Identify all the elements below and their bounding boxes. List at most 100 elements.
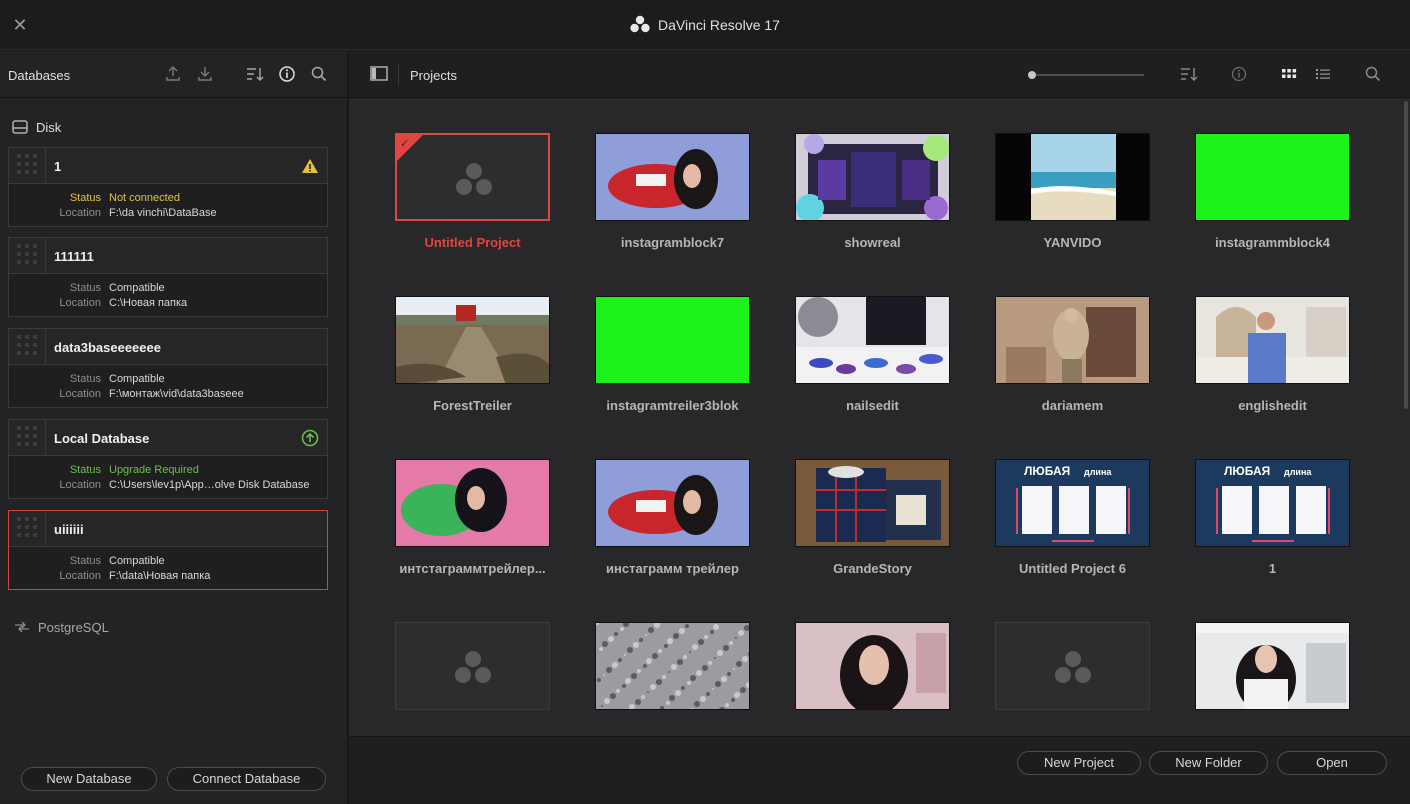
project-name: showreal [844, 235, 901, 250]
thumbnail-size-slider[interactable] [1032, 74, 1144, 76]
search-icon[interactable] [309, 64, 329, 84]
project-tile[interactable]: dariavideo [795, 622, 950, 725]
project-thumbnail[interactable]: ✓ [395, 133, 550, 221]
project-thumbnail[interactable] [1195, 133, 1350, 221]
project-thumbnail[interactable] [595, 133, 750, 221]
project-tile[interactable]: showreal [795, 133, 950, 258]
project-tile[interactable]: TikToktest [595, 622, 750, 725]
project-thumbnail[interactable] [395, 459, 550, 547]
project-thumbnail[interactable] [1195, 296, 1350, 384]
project-name: instagramtreiler3blok [606, 398, 739, 413]
drag-handle-icon[interactable] [9, 238, 46, 274]
project-thumbnail[interactable] [795, 296, 950, 384]
project-thumbnail[interactable]: ЛЮБАЯ длина [1195, 459, 1350, 547]
drag-handle-icon[interactable] [9, 329, 46, 365]
databases-panel: Databases Disk 1 Status Not connected Locat… [0, 51, 348, 804]
info-icon[interactable] [277, 64, 297, 84]
thumbnail-image [796, 460, 949, 546]
sort-icon[interactable] [1179, 64, 1199, 84]
drag-handle-icon[interactable] [9, 148, 46, 184]
download-icon[interactable] [195, 64, 215, 84]
sort-icon[interactable] [245, 64, 265, 84]
open-button[interactable]: Open [1277, 751, 1387, 775]
upgrade-arrow-icon[interactable] [301, 429, 319, 447]
sidebar-toggle-icon[interactable] [369, 64, 389, 84]
database-card[interactable]: 1 Status Not connected Location F:\da vinchi… [8, 147, 328, 227]
projects-toolbar: Projects [349, 51, 1410, 98]
project-tile[interactable]: instagramtreiler3blok [595, 296, 750, 421]
project-tile[interactable]: GrandeStory [795, 459, 950, 584]
postgresql-section[interactable]: PostgreSQL [14, 620, 109, 635]
project-name: dariavideo [783, 724, 962, 725]
project-thumbnail[interactable] [395, 296, 550, 384]
upload-icon[interactable] [163, 64, 183, 84]
project-thumbnail[interactable] [595, 459, 750, 547]
status-value: Not connected [109, 192, 180, 204]
project-thumbnail[interactable] [995, 622, 1150, 710]
database-name: data3baseeeeeee [54, 340, 161, 355]
project-name: dariamem [1041, 398, 1104, 413]
project-thumbnail[interactable] [795, 459, 950, 547]
project-thumbnail[interactable] [1195, 622, 1350, 710]
status-value: Compatible [109, 373, 165, 385]
project-tile[interactable]: Daria [995, 622, 1150, 725]
status-key: Status [69, 282, 101, 294]
connect-database-button[interactable]: Connect Database [167, 767, 326, 791]
project-thumbnail[interactable] [995, 296, 1150, 384]
project-thumbnail[interactable] [795, 622, 950, 710]
project-tile[interactable]: ✓ Untitled Project [395, 133, 550, 258]
thumbnail-image [796, 297, 949, 383]
project-tile[interactable]: ForestTreiler [395, 296, 550, 421]
projects-footer: New Project New Folder Open [349, 736, 1410, 804]
disk-icon [12, 120, 28, 134]
status-value: Compatible [109, 555, 165, 567]
project-thumbnail[interactable] [795, 133, 950, 221]
project-thumbnail[interactable] [995, 133, 1150, 221]
project-thumbnail[interactable] [595, 622, 750, 710]
promo-title: ЛЮБАЯ [1224, 464, 1271, 478]
database-card[interactable]: Local Database Status Upgrade Required Loca… [8, 419, 328, 499]
database-card[interactable]: uiiiiii Status Compatible Location F:\data\Н… [8, 510, 328, 590]
resolve-placeholder-icon [455, 651, 491, 683]
project-tile[interactable]: toktok [395, 622, 550, 725]
thumbnail-image [996, 460, 1149, 546]
location-value: C:\Новая папка [109, 297, 188, 309]
thumbnail-image [396, 460, 549, 546]
list-view-icon[interactable] [1313, 64, 1333, 84]
thumbnail-size-slider-knob[interactable] [1028, 71, 1036, 79]
drag-handle-icon[interactable] [9, 511, 46, 547]
status-key: Status [69, 555, 101, 567]
new-database-button[interactable]: New Database [21, 767, 157, 791]
database-card[interactable]: data3baseeeeeee Status Compatible Location F… [8, 328, 328, 408]
search-icon[interactable] [1363, 64, 1383, 84]
project-thumbnail[interactable] [395, 622, 550, 710]
new-project-button[interactable]: New Project [1017, 751, 1141, 775]
disk-label: Disk [36, 120, 62, 135]
projects-grid: ✓ Untitled Project instagramblock7 showreal… [349, 99, 1397, 725]
project-tile[interactable]: интстаграммтрейлер... [395, 459, 550, 584]
database-name: uiiiiii [54, 522, 84, 537]
project-thumbnail[interactable] [595, 296, 750, 384]
project-tile[interactable]: dariamem [995, 296, 1150, 421]
project-tile[interactable]: instagramblock7 [595, 133, 750, 258]
database-name: Local Database [54, 431, 150, 446]
project-tile[interactable]: zoominterview [1195, 622, 1350, 725]
project-name: Untitled Project [424, 235, 521, 250]
grid-view-icon[interactable] [1279, 64, 1299, 84]
projects-scrollbar[interactable] [1404, 101, 1408, 409]
project-tile[interactable]: YANVIDO [995, 133, 1150, 258]
drag-handle-icon[interactable] [9, 420, 46, 456]
project-tile[interactable]: englishedit [1195, 296, 1350, 421]
project-tile[interactable]: instagrammblock4 [1195, 133, 1350, 258]
info-icon[interactable] [1229, 64, 1249, 84]
location-key: Location [59, 570, 101, 582]
project-tile[interactable]: ЛЮБАЯ длина 1 [1195, 459, 1350, 584]
database-card[interactable]: 111111 Status Compatible Location C:\Новая п… [8, 237, 328, 317]
project-tile[interactable]: инстаграмм трейлер [595, 459, 750, 584]
project-name: TikToktest [583, 724, 762, 725]
project-tile[interactable]: ЛЮБАЯ длина Untitled Project 6 [995, 459, 1150, 584]
project-thumbnail[interactable]: ЛЮБАЯ длина [995, 459, 1150, 547]
project-tile[interactable]: nailsedit [795, 296, 950, 421]
location-value: C:\Users\lev1p\App…olve Disk Database [109, 479, 310, 491]
new-folder-button[interactable]: New Folder [1149, 751, 1268, 775]
